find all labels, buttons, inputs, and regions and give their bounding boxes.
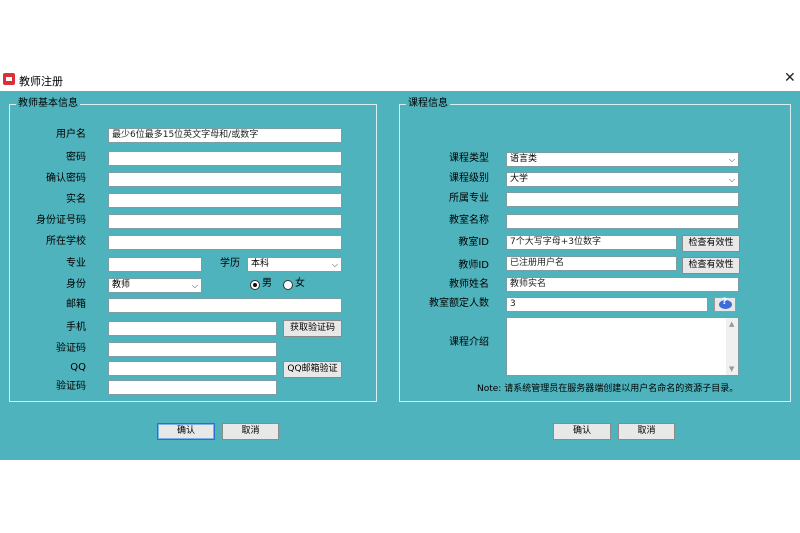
- course-level-label: 课程级别: [449, 173, 489, 184]
- left-confirm-button[interactable]: 确认: [157, 423, 215, 440]
- username-label: 用户名: [56, 129, 86, 140]
- email-label: 邮箱: [66, 299, 86, 310]
- education-select[interactable]: 本科 ⌵: [247, 257, 342, 272]
- gender-female-label: 女: [295, 278, 305, 289]
- identity-label: 身份: [66, 279, 86, 290]
- close-icon[interactable]: ✕: [784, 70, 796, 86]
- app-icon: [3, 73, 15, 85]
- course-major-label: 所属专业: [449, 193, 489, 204]
- title-bar: 教师注册 ✕: [0, 69, 800, 91]
- form-client-area: 教师基本信息 用户名 最少6位最多15位英文字母和/或数字 密码 确认密码 实名…: [0, 91, 800, 460]
- phone-code-input[interactable]: [108, 342, 277, 357]
- check-teacher-id-button[interactable]: 检查有效性: [682, 257, 740, 274]
- capacity-label: 教室额定人数: [429, 298, 489, 309]
- classroom-id-label: 教室ID: [458, 237, 489, 248]
- right-cancel-button[interactable]: 取消: [618, 423, 675, 440]
- course-type-label: 课程类型: [449, 153, 489, 164]
- password-input[interactable]: [108, 151, 342, 166]
- capacity-help-button[interactable]: [714, 297, 736, 312]
- confirm-password-input[interactable]: [108, 172, 342, 187]
- teacher-id-label: 教师ID: [458, 260, 489, 271]
- confirm-password-label: 确认密码: [46, 173, 86, 184]
- identity-selected-value: 教师: [112, 280, 131, 290]
- course-level-select[interactable]: 大学 ⌵: [506, 172, 739, 187]
- scroll-up-icon[interactable]: ▲: [729, 320, 734, 328]
- chevron-down-icon: ⌵: [728, 175, 735, 184]
- real-name-label: 实名: [66, 194, 86, 205]
- teacher-info-group: 教师基本信息 用户名 最少6位最多15位英文字母和/或数字 密码 确认密码 实名…: [9, 98, 377, 402]
- major-input[interactable]: [108, 257, 202, 272]
- id-number-label: 身份证号码: [36, 215, 86, 226]
- left-cancel-button[interactable]: 取消: [222, 423, 279, 440]
- teacher-info-group-title: 教师基本信息: [16, 98, 80, 110]
- phone-label: 手机: [66, 322, 86, 333]
- qq-code-label: 验证码: [56, 381, 86, 392]
- right-confirm-button[interactable]: 确认: [553, 423, 611, 440]
- help-icon: [719, 297, 732, 309]
- course-major-input[interactable]: [506, 192, 739, 207]
- scroll-down-icon[interactable]: ▼: [729, 365, 734, 373]
- course-type-selected-value: 语言类: [510, 154, 538, 164]
- course-level-selected-value: 大学: [510, 174, 529, 184]
- qq-input[interactable]: [108, 361, 277, 376]
- course-intro-textarea[interactable]: ▲ ▼: [506, 317, 739, 376]
- education-label: 学历: [220, 258, 240, 269]
- check-classroom-id-button[interactable]: 检查有效性: [682, 235, 740, 252]
- teacher-name-input[interactable]: 教师实名: [506, 277, 739, 292]
- chevron-down-icon: ⌵: [191, 281, 198, 290]
- admin-note: Note: 请系统管理员在服务器端创建以用户名命名的资源子目录。: [477, 384, 739, 394]
- major-label: 专业: [66, 258, 86, 269]
- school-input[interactable]: [108, 235, 342, 250]
- gender-male-label: 男: [262, 278, 272, 289]
- classroom-name-input[interactable]: [506, 214, 739, 229]
- course-info-group: 课程信息 课程类型 语言类 ⌵ 课程级别 大学 ⌵ 所属专业 教室名称 教室ID…: [399, 98, 791, 402]
- real-name-input[interactable]: [108, 193, 342, 208]
- education-selected-value: 本科: [251, 259, 270, 269]
- identity-select[interactable]: 教师 ⌵: [108, 278, 202, 293]
- get-code-button[interactable]: 获取验证码: [283, 320, 342, 337]
- chevron-down-icon: ⌵: [331, 260, 338, 269]
- window-title: 教师注册: [19, 75, 63, 88]
- teacher-name-label: 教师姓名: [449, 279, 489, 290]
- gender-male-radio[interactable]: [250, 280, 260, 290]
- classroom-id-input[interactable]: 7个大写字母+3位数字: [506, 235, 677, 250]
- password-label: 密码: [66, 152, 86, 163]
- username-input[interactable]: 最少6位最多15位英文字母和/或数字: [108, 128, 342, 143]
- email-input[interactable]: [108, 298, 342, 313]
- gender-female-radio[interactable]: [283, 280, 293, 290]
- qq-label: QQ: [70, 362, 86, 373]
- qq-verify-button[interactable]: QQ邮箱验证: [283, 361, 342, 378]
- phone-input[interactable]: [108, 321, 277, 336]
- chevron-down-icon: ⌵: [728, 155, 735, 164]
- course-type-select[interactable]: 语言类 ⌵: [506, 152, 739, 167]
- course-info-group-title: 课程信息: [406, 98, 450, 110]
- phone-code-label: 验证码: [56, 343, 86, 354]
- id-number-input[interactable]: [108, 214, 342, 229]
- classroom-name-label: 教室名称: [449, 215, 489, 226]
- capacity-input[interactable]: 3: [506, 297, 708, 312]
- course-intro-scrollbar[interactable]: ▲ ▼: [726, 318, 738, 375]
- school-label: 所在学校: [46, 236, 86, 247]
- teacher-id-input[interactable]: 已注册用户名: [506, 256, 677, 271]
- qq-code-input[interactable]: [108, 380, 277, 395]
- course-intro-label: 课程介绍: [449, 337, 489, 348]
